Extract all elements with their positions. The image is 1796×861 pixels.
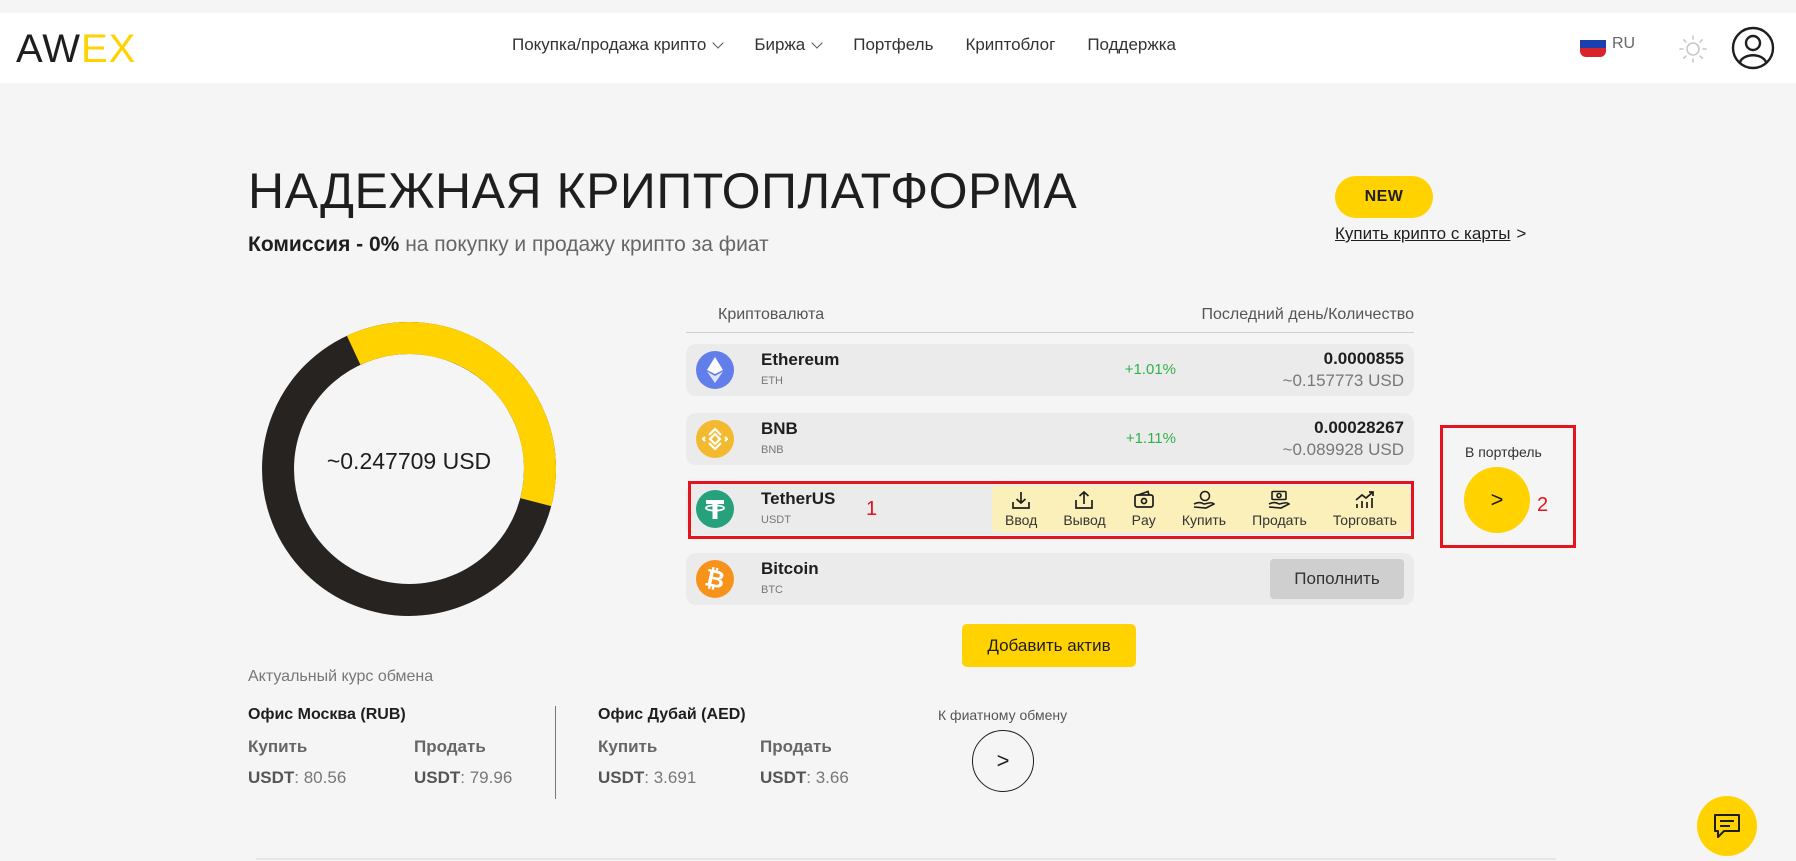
page-subtitle: Комиссия - 0% на покупку и продажу крипт… bbox=[248, 233, 769, 257]
dubai-sell-label: Продать bbox=[760, 737, 832, 756]
top-up-button[interactable]: Пополнить bbox=[1270, 559, 1404, 599]
moscow-sell-rate: USDT: 79.96 bbox=[414, 768, 512, 788]
commission-text: на покупку и продажу крипто за фиат bbox=[399, 233, 769, 256]
office-dubai-title: Офис Дубай (AED) bbox=[598, 706, 746, 723]
asset-usd-value: ~0.089928 USD bbox=[1282, 440, 1404, 459]
nav-label: Портфель bbox=[853, 35, 934, 54]
nav-support[interactable]: Поддержка bbox=[1087, 35, 1176, 55]
annotation-number-2: 2 bbox=[1537, 494, 1549, 516]
nav-label: Биржа bbox=[754, 35, 806, 54]
asset-change: +1.11% bbox=[1125, 430, 1176, 447]
russia-flag-icon bbox=[1580, 31, 1606, 57]
moscow-buy-label: Купить bbox=[248, 737, 308, 756]
sun-icon[interactable] bbox=[1678, 34, 1708, 64]
nav-portfolio[interactable]: Портфель bbox=[853, 35, 933, 55]
top-strip bbox=[0, 0, 1796, 13]
asset-row-eth[interactable]: Ethereum ETH +1.01% 0.0000855 ~0.157773 … bbox=[686, 344, 1414, 396]
dubai-buy-rate: USDT: 3.691 bbox=[598, 768, 696, 788]
fiat-exchange-button[interactable]: > bbox=[972, 730, 1034, 792]
asset-amount: 0.0000855 bbox=[1323, 349, 1404, 368]
asset-change: +1.01% bbox=[1124, 361, 1176, 378]
rate-value: : 3.691 bbox=[644, 768, 697, 787]
rate-value: : 79.96 bbox=[460, 768, 513, 787]
ethereum-icon bbox=[696, 351, 734, 389]
dubai-sell-rate: USDT: 3.66 bbox=[760, 768, 849, 788]
new-badge: NEW bbox=[1335, 176, 1433, 218]
chevron-right-icon: > bbox=[996, 748, 1010, 773]
asset-amount: 0.00028267 bbox=[1314, 418, 1404, 437]
asset-symbol: BTC bbox=[761, 584, 783, 596]
asset-row-btc[interactable]: ₿ Bitcoin BTC Пополнить bbox=[686, 553, 1414, 605]
main-nav: Покупка/продажа крипто Биржа Портфель Кр… bbox=[512, 35, 1176, 55]
asset-symbol: ETH bbox=[761, 375, 783, 387]
office-divider bbox=[555, 706, 556, 799]
bnb-icon bbox=[696, 420, 734, 458]
nav-label: Криптоблог bbox=[965, 35, 1056, 54]
language-selector[interactable]: RU bbox=[1580, 31, 1635, 57]
asset-row-bnb[interactable]: BNB BNB +1.11% 0.00028267 ~0.089928 USD bbox=[686, 413, 1414, 465]
rate-asset: USDT bbox=[248, 768, 295, 787]
nav-blog[interactable]: Криптоблог bbox=[965, 35, 1055, 55]
asset-usd-value: ~0.157773 USD bbox=[1282, 371, 1404, 390]
asset-symbol: BNB bbox=[761, 444, 784, 456]
office-moscow-title: Офис Москва (RUB) bbox=[248, 706, 406, 723]
to-portfolio-label: В портфель bbox=[1465, 444, 1542, 460]
asset-name: BNB bbox=[761, 419, 798, 438]
table-divider bbox=[686, 332, 1414, 333]
nav-label: Покупка/продажа крипто bbox=[512, 35, 707, 54]
nav-exchange[interactable]: Биржа bbox=[754, 35, 823, 55]
fiat-exchange-label: К фиатному обмену bbox=[938, 707, 1068, 723]
site-header: AW EX Покупка/продажа крипто Биржа Портфе… bbox=[0, 13, 1796, 83]
logo[interactable]: AW EX bbox=[16, 29, 136, 69]
chevron-down-icon bbox=[712, 37, 724, 49]
rate-asset: USDT bbox=[760, 768, 807, 787]
add-asset-button[interactable]: Добавить актив bbox=[962, 624, 1136, 667]
rate-value: : 80.56 bbox=[294, 768, 347, 787]
bottom-divider bbox=[256, 858, 1556, 860]
chevron-right-icon: > bbox=[1490, 487, 1504, 512]
logo-text-2: EX bbox=[80, 27, 137, 71]
annotation-number-1: 1 bbox=[866, 498, 878, 520]
user-icon[interactable] bbox=[1731, 26, 1775, 70]
portfolio-total: ~0.247709 USD bbox=[326, 448, 492, 474]
language-label: RU bbox=[1612, 35, 1636, 52]
buy-with-card-link[interactable]: Купить крипто с карты > bbox=[1335, 224, 1526, 244]
rate-value: : 3.66 bbox=[806, 768, 849, 787]
moscow-sell-label: Продать bbox=[414, 737, 486, 756]
asset-name: Bitcoin bbox=[761, 559, 819, 578]
logo-text-1: AW bbox=[16, 27, 81, 71]
bitcoin-icon: ₿ bbox=[696, 560, 734, 598]
col-header-currency: Криптовалюта bbox=[718, 306, 825, 323]
chevron-right-icon: > bbox=[1516, 224, 1527, 243]
rate-asset: USDT bbox=[414, 768, 461, 787]
chevron-down-icon bbox=[811, 37, 823, 49]
buy-link-label: Купить крипто с карты bbox=[1335, 224, 1511, 243]
rates-title: Актуальный курс обмена bbox=[248, 668, 434, 685]
rate-asset: USDT bbox=[598, 768, 645, 787]
nav-label: Поддержка bbox=[1087, 35, 1176, 54]
nav-buy-sell[interactable]: Покупка/продажа крипто bbox=[512, 35, 724, 55]
moscow-buy-rate: USDT: 80.56 bbox=[248, 768, 346, 788]
chat-icon bbox=[1714, 814, 1740, 838]
page-title: НАДЕЖНАЯ КРИПТОПЛАТФОРМА bbox=[248, 163, 1078, 219]
asset-name: Ethereum bbox=[761, 350, 840, 369]
dubai-buy-label: Купить bbox=[598, 737, 658, 756]
to-portfolio-button[interactable]: > bbox=[1464, 467, 1530, 533]
annotation-box-1 bbox=[688, 481, 1414, 539]
col-header-amount: Последний день/Количество bbox=[1201, 306, 1414, 323]
commission-highlight: Комиссия - 0% bbox=[248, 233, 400, 256]
chat-button[interactable] bbox=[1697, 796, 1757, 856]
